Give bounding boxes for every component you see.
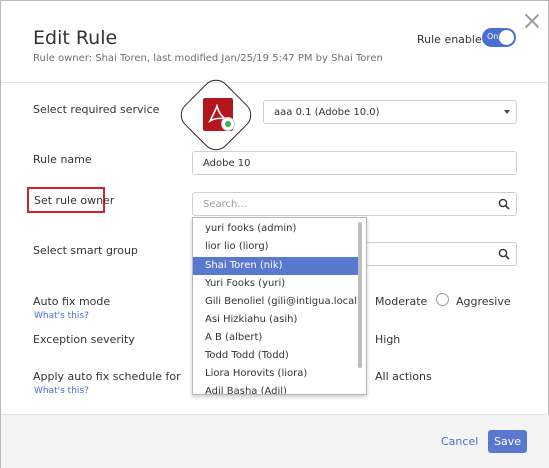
cancel-button[interactable]: Cancel — [441, 435, 478, 448]
auto-fix-whats-this-link[interactable]: What's this? — [34, 311, 89, 321]
service-select-value: aaa 0.1 (Adobe 10.0) — [274, 107, 380, 118]
auto-fix-radio-aggresive[interactable] — [436, 293, 449, 306]
owner-search-placeholder: Search... — [203, 199, 247, 210]
rule-name-input[interactable]: Adobe 10 — [192, 151, 517, 175]
owner-option[interactable]: Gili Benoliel (gili@intigua.local) — [193, 293, 361, 311]
owner-option[interactable]: lior lio (liorg) — [193, 238, 359, 256]
search-icon[interactable] — [498, 198, 510, 210]
schedule-label: Apply auto fix schedule for — [33, 370, 181, 383]
smart-group-label: Select smart group — [33, 244, 138, 257]
schedule-whats-this-link[interactable]: What's this? — [34, 386, 89, 396]
auto-fix-option-moderate[interactable]: Moderate — [375, 295, 427, 308]
service-select[interactable]: aaa 0.1 (Adobe 10.0) — [263, 100, 517, 124]
owner-option[interactable]: A B (albert) — [193, 329, 359, 347]
owner-option[interactable]: Yuri Fooks (yuri) — [193, 275, 359, 293]
status-ok-icon — [221, 117, 235, 131]
owner-label: Set rule owner — [34, 194, 115, 207]
rule-enabled-label: Rule enabled — [417, 33, 489, 46]
close-icon[interactable] — [524, 13, 540, 29]
dialog-subtitle: Rule owner: Shai Toren, last modified Ja… — [33, 53, 383, 64]
owner-option[interactable]: Todd Todd (Todd) — [193, 347, 359, 365]
exception-severity-option-high[interactable]: High — [375, 333, 400, 346]
edit-rule-dialog: Edit Rule Rule owner: Shai Toren, last m… — [0, 0, 549, 468]
owner-dropdown-list[interactable]: yuri fooks (admin) lior lio (liorg) Shai… — [192, 217, 367, 395]
toggle-state-text: On — [487, 32, 499, 41]
rule-enabled-toggle[interactable]: On — [482, 28, 516, 47]
toggle-knob — [499, 30, 514, 45]
owner-option[interactable]: yuri fooks (admin) — [193, 220, 359, 238]
owner-option-selected[interactable]: Shai Toren (nik) — [193, 257, 359, 275]
rule-name-label: Rule name — [33, 153, 92, 166]
auto-fix-option-aggresive[interactable]: Aggresive — [456, 295, 511, 308]
owner-search-input[interactable]: Search... — [192, 192, 517, 216]
exception-severity-label: Exception severity — [33, 333, 135, 346]
search-icon[interactable] — [498, 248, 510, 260]
rule-name-value: Adobe 10 — [203, 158, 251, 169]
header-divider — [1, 82, 549, 83]
schedule-option-all-actions[interactable]: All actions — [375, 370, 432, 383]
owner-option[interactable]: Adil Basha (Adil) — [193, 383, 359, 394]
chevron-down-icon — [504, 110, 510, 114]
auto-fix-label: Auto fix mode — [33, 295, 111, 308]
owner-option[interactable]: Asi Hizkiahu (asih) — [193, 311, 359, 329]
service-label: Select required service — [33, 103, 160, 116]
save-button[interactable]: Save — [488, 430, 527, 453]
dropdown-scrollbar[interactable] — [358, 222, 362, 368]
owner-option[interactable]: Liora Horovits (liora) — [193, 365, 359, 383]
dialog-title: Edit Rule — [33, 27, 118, 49]
